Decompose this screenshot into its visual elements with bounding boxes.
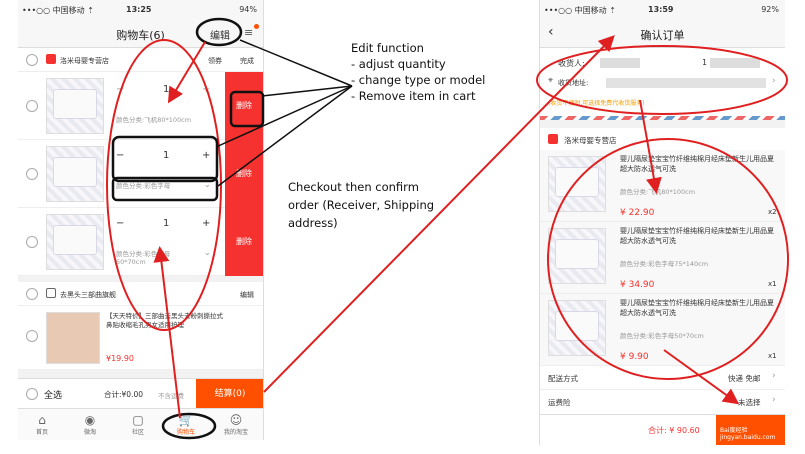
callout-line — [239, 39, 353, 87]
order-items-highlight — [547, 138, 789, 380]
callout-line — [215, 85, 353, 148]
edit-button-highlight — [195, 17, 243, 47]
callout-line — [217, 85, 353, 187]
quantity-stepper-highlight — [111, 135, 219, 183]
cart-tab-highlight — [161, 412, 217, 440]
checkout-to-confirm-arrow — [263, 35, 615, 393]
address-highlight — [536, 45, 788, 115]
annotation-overlay — [106, 17, 789, 440]
delete-button-highlight — [229, 90, 265, 128]
cart-to-checkout-arrow — [153, 246, 181, 419]
submit-arrow — [663, 349, 740, 405]
callout-line — [261, 85, 353, 97]
